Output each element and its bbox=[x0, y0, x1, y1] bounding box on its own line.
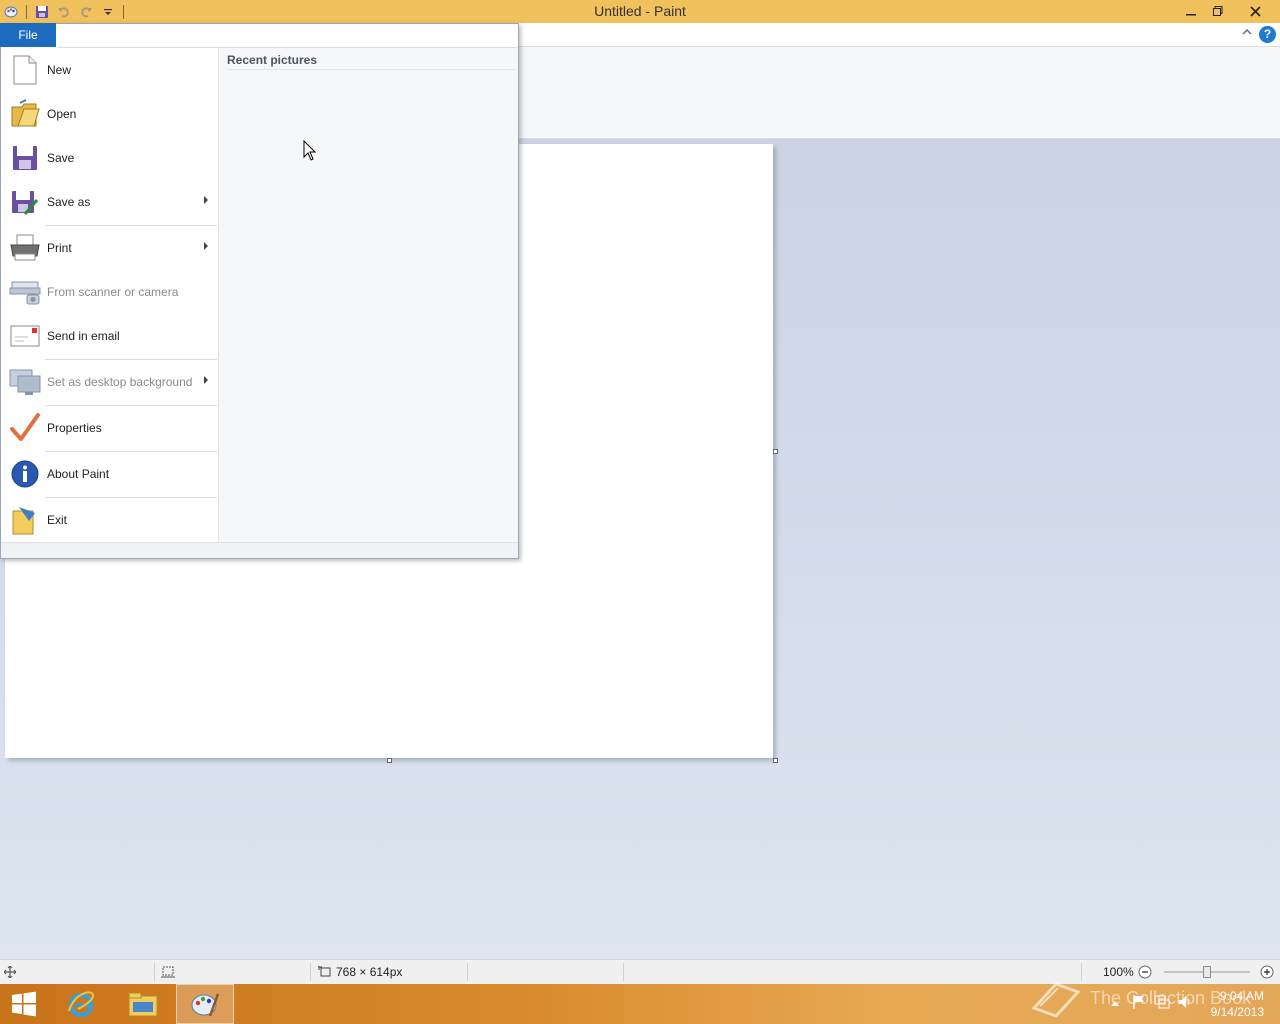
printer-icon bbox=[7, 231, 43, 265]
status-separator bbox=[154, 963, 155, 981]
title-bar: Untitled - Paint bbox=[0, 0, 1280, 23]
close-button[interactable] bbox=[1240, 0, 1270, 22]
zoom-out-icon bbox=[1138, 965, 1152, 979]
start-button[interactable] bbox=[0, 984, 48, 1024]
internet-explorer-button[interactable] bbox=[52, 984, 110, 1024]
selection-size-icon bbox=[161, 960, 175, 984]
window-title: Untitled - Paint bbox=[594, 3, 686, 19]
menu-item-label: Save bbox=[47, 151, 75, 165]
canvas-resize-handle-right[interactable] bbox=[773, 449, 778, 454]
menu-item-label: Send in email bbox=[47, 329, 120, 343]
chevron-up-icon bbox=[1242, 29, 1252, 35]
file-menu-header bbox=[57, 24, 518, 48]
menu-item-set-as-desktop-background[interactable]: Set as desktop background bbox=[1, 360, 218, 404]
checkmark-icon bbox=[7, 411, 43, 445]
canvas-size-icon bbox=[318, 966, 331, 977]
restore-icon bbox=[1213, 6, 1223, 16]
menu-item-label: From scanner or camera bbox=[47, 285, 179, 299]
menu-item-properties[interactable]: Properties bbox=[1, 406, 218, 450]
menu-item-label: Print bbox=[47, 241, 72, 255]
menu-item-label: About Paint bbox=[47, 467, 110, 481]
submenu-arrow-icon bbox=[204, 196, 208, 204]
scanner-icon bbox=[7, 275, 43, 309]
file-explorer-icon bbox=[128, 992, 158, 1017]
paint-taskbar-button[interactable] bbox=[176, 984, 234, 1024]
status-separator bbox=[623, 963, 624, 981]
menu-item-label: New bbox=[47, 63, 72, 77]
canvas-size-readout: 768 × 614px bbox=[318, 960, 402, 984]
status-separator bbox=[310, 963, 311, 981]
internet-explorer-icon bbox=[68, 991, 95, 1017]
menu-item-open[interactable]: Open bbox=[1, 92, 218, 136]
zoom-slider-thumb[interactable] bbox=[1203, 966, 1211, 978]
close-icon bbox=[1249, 5, 1261, 17]
minimize-ribbon-button[interactable] bbox=[1242, 27, 1252, 39]
paint-icon bbox=[191, 993, 220, 1017]
minimize-icon bbox=[1186, 14, 1196, 16]
save-disk-icon bbox=[7, 141, 43, 175]
menu-item-save[interactable]: Save bbox=[1, 136, 218, 180]
menu-item-save-as[interactable]: Save as bbox=[1, 180, 218, 224]
zoom-in-icon bbox=[1260, 965, 1274, 979]
menu-item-print[interactable]: Print bbox=[1, 226, 218, 270]
watermark: The Collection Book bbox=[1030, 978, 1251, 1018]
menu-item-label: Properties bbox=[47, 421, 102, 435]
submenu-arrow-icon bbox=[204, 376, 208, 384]
file-menu-commands: New Open Save Save as Print From scanner… bbox=[1, 48, 218, 542]
desktop-background-icon bbox=[7, 365, 43, 399]
file-menu-footer bbox=[1, 542, 518, 558]
zoom-in-button[interactable] bbox=[1260, 960, 1274, 984]
cursor-position-icon bbox=[4, 960, 16, 984]
file-explorer-button[interactable] bbox=[114, 984, 172, 1024]
menu-item-label: Set as desktop background bbox=[47, 375, 193, 389]
recent-pictures-divider bbox=[227, 69, 516, 70]
menu-item-about-paint[interactable]: About Paint bbox=[1, 452, 218, 496]
menu-item-new[interactable]: New bbox=[1, 48, 218, 92]
menu-item-label: Exit bbox=[47, 513, 68, 527]
menu-item-from-scanner-or-camera[interactable]: From scanner or camera bbox=[1, 270, 218, 314]
minimize-button[interactable] bbox=[1176, 0, 1206, 22]
canvas-resize-handle-bottom[interactable] bbox=[387, 758, 392, 763]
exit-icon bbox=[7, 503, 43, 537]
restore-button[interactable] bbox=[1203, 0, 1233, 22]
watermark-text: The Collection Book bbox=[1090, 987, 1252, 1008]
file-menu: New Open Save Save as Print From scanner… bbox=[0, 23, 519, 559]
submenu-arrow-icon bbox=[204, 242, 208, 250]
open-folder-icon bbox=[7, 97, 43, 131]
windows-logo-icon bbox=[12, 991, 36, 1017]
new-file-icon bbox=[7, 53, 43, 87]
help-button[interactable]: ? bbox=[1259, 26, 1276, 43]
canvas-size-text: 768 × 614px bbox=[336, 965, 403, 979]
file-tab[interactable]: File bbox=[0, 23, 56, 47]
book-logo-icon bbox=[1031, 982, 1081, 1018]
recent-pictures-panel: Recent pictures bbox=[218, 48, 518, 542]
menu-item-label: Save as bbox=[47, 195, 91, 209]
canvas-resize-handle-corner[interactable] bbox=[773, 758, 778, 763]
recent-pictures-title: Recent pictures bbox=[227, 53, 318, 67]
menu-item-send-in-email[interactable]: Send in email bbox=[1, 314, 218, 358]
info-icon bbox=[7, 457, 43, 491]
email-icon bbox=[7, 319, 43, 353]
save-as-icon bbox=[7, 185, 43, 219]
menu-item-label: Open bbox=[47, 107, 77, 121]
status-separator bbox=[467, 963, 468, 981]
mouse-cursor-icon bbox=[303, 139, 317, 165]
menu-item-exit[interactable]: Exit bbox=[1, 498, 218, 542]
